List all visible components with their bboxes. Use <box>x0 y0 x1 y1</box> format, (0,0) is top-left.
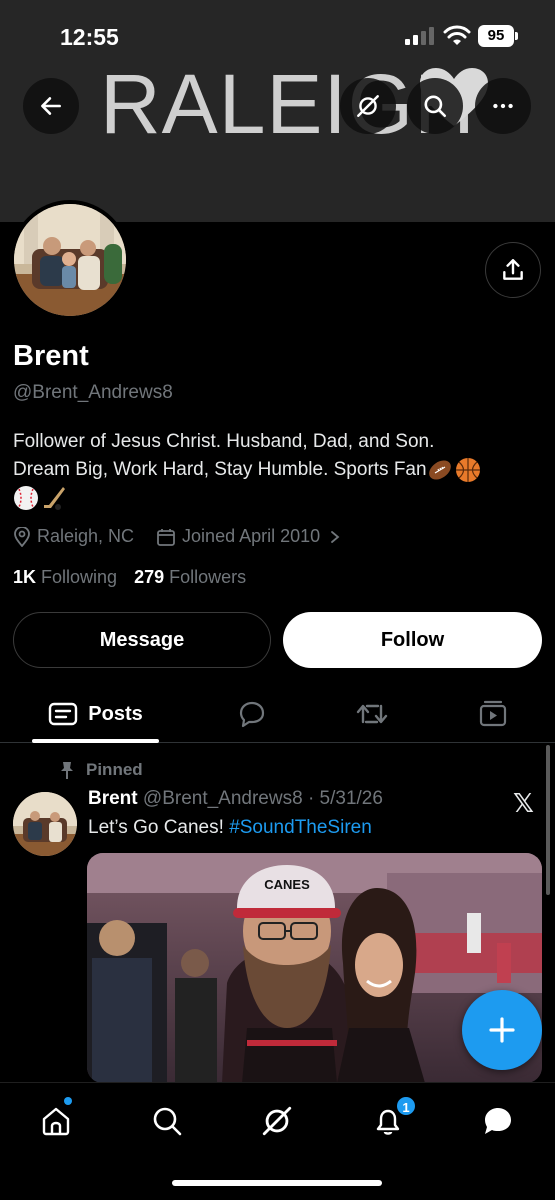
home-icon <box>42 1107 70 1136</box>
post-author-avatar[interactable] <box>13 792 77 856</box>
bio-line-2-text: Dream Big, Work Hard, Stay Humble. Sport… <box>13 459 427 480</box>
battery-indicator: 95 <box>478 25 514 47</box>
tab-media[interactable] <box>473 685 513 743</box>
post-text: Let’s Go Canes! #SoundTheSiren <box>88 817 372 839</box>
bio-line-1: Follower of Jesus Christ. Husband, Dad, … <box>13 431 435 452</box>
back-button[interactable] <box>23 78 79 134</box>
baseball-icon <box>14 485 38 510</box>
profile-avatar[interactable] <box>10 200 130 320</box>
search-button[interactable] <box>407 78 463 134</box>
pinned-label: Pinned <box>86 760 143 779</box>
scrollbar[interactable] <box>546 745 550 895</box>
status-bar: 12:55 95 <box>0 0 555 70</box>
bio-line-3 <box>13 484 543 512</box>
compose-post-button[interactable] <box>462 990 542 1070</box>
home-new-dot <box>64 1097 72 1105</box>
followers-count: 279 <box>134 567 165 587</box>
notification-badge: 1 <box>395 1095 417 1117</box>
profile-handle: @Brent_Andrews8 <box>13 382 173 403</box>
basketball-icon <box>455 457 480 482</box>
more-horizontal-icon <box>493 103 513 109</box>
avatar-photo <box>14 204 126 316</box>
bio-line-2: Dream Big, Work Hard, Stay Humble. Sport… <box>13 456 543 484</box>
nav-search[interactable] <box>147 1101 187 1141</box>
messages-icon <box>485 1108 511 1134</box>
media-icon <box>479 700 507 727</box>
chevron-right-icon[interactable] <box>328 530 342 544</box>
share-button[interactable] <box>485 242 541 298</box>
follow-button[interactable]: Follow <box>283 612 542 668</box>
plus-icon <box>489 1017 515 1043</box>
battery-tip <box>515 32 518 40</box>
post-author-name[interactable]: Brent <box>88 788 138 809</box>
tab-replies[interactable] <box>232 685 272 743</box>
post-avatar-photo <box>13 792 77 856</box>
profile-meta: Raleigh, NC Joined April 2010 <box>13 526 342 547</box>
pin-icon <box>61 762 73 779</box>
profile-location: Raleigh, NC <box>37 526 135 546</box>
profile-tabs: Posts <box>0 685 555 743</box>
football-icon <box>428 460 451 480</box>
following-label: Following <box>41 567 118 587</box>
repost-icon <box>356 704 388 724</box>
post-hashtag[interactable]: #SoundTheSiren <box>229 817 372 838</box>
wifi-icon <box>443 25 471 45</box>
post-meta: @Brent_Andrews8 · 5/31/26 <box>142 788 383 809</box>
nav-messages[interactable] <box>478 1101 518 1141</box>
share-icon <box>503 259 523 280</box>
nav-grok[interactable] <box>257 1101 297 1141</box>
tab-posts[interactable]: Posts <box>32 685 159 743</box>
follow-stats: 1K Following 279 Followers <box>13 567 246 588</box>
cellular-signal-icon <box>405 27 434 45</box>
x-logo-icon: 𝕏 <box>513 788 534 818</box>
tab-posts-label: Posts <box>88 702 143 725</box>
home-indicator <box>172 1180 382 1186</box>
post-body: Let’s Go Canes! <box>88 817 224 838</box>
grok-icon <box>357 95 379 117</box>
reply-icon <box>239 701 265 728</box>
following-count: 1K <box>13 567 37 587</box>
more-options-button[interactable] <box>475 78 531 134</box>
profile-bio: Follower of Jesus Christ. Husband, Dad, … <box>13 428 543 512</box>
calendar-icon <box>157 528 175 546</box>
followers-link[interactable]: 279 Followers <box>134 567 246 587</box>
tab-reposts[interactable] <box>352 685 392 743</box>
search-icon <box>153 1107 182 1136</box>
hat-text: CANES <box>264 877 310 892</box>
status-time: 12:55 <box>60 24 119 50</box>
grok-icon <box>262 1106 292 1136</box>
message-button[interactable]: Message <box>13 612 271 668</box>
post-header: Brent @Brent_Andrews8 · 5/31/26 <box>88 788 383 810</box>
location-pin-icon <box>14 526 30 547</box>
pinned-indicator: Pinned <box>58 760 143 780</box>
profile-joined[interactable]: Joined April 2010 <box>182 526 320 547</box>
profile-name: Brent <box>13 340 89 372</box>
search-icon <box>424 95 447 118</box>
followers-label: Followers <box>169 567 247 587</box>
arrow-left-icon <box>41 97 61 115</box>
grok-button[interactable] <box>340 78 396 134</box>
posts-icon <box>49 702 78 726</box>
nav-home[interactable] <box>36 1101 76 1141</box>
following-link[interactable]: 1K Following <box>13 567 117 587</box>
hockey-stick-icon <box>44 486 65 510</box>
active-tab-indicator <box>32 739 159 743</box>
